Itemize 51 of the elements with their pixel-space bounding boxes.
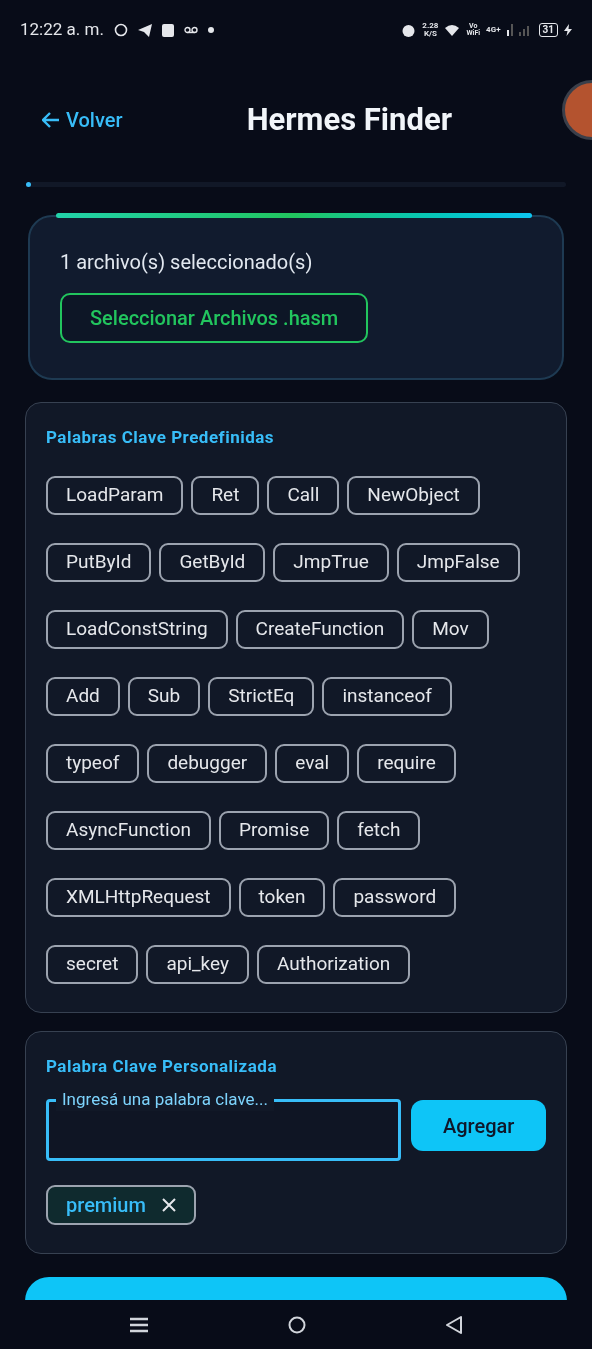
- battery-icon: 31: [538, 23, 558, 37]
- speed-value: 2.28: [422, 22, 439, 30]
- arrow-left-icon: [42, 112, 60, 128]
- keyword-chip[interactable]: token: [238, 877, 326, 917]
- keyword-chip[interactable]: Add: [46, 676, 120, 716]
- select-files-button[interactable]: Seleccionar Archivos .hasm: [60, 293, 369, 343]
- section-title: Palabra Clave Personalizada: [46, 1054, 279, 1078]
- keyword-chip[interactable]: CreateFunction: [235, 609, 405, 649]
- keyword-chip[interactable]: Promise: [219, 810, 330, 850]
- home-icon[interactable]: [288, 1315, 306, 1334]
- keyword-chip[interactable]: eval: [275, 743, 350, 783]
- keyword-chip[interactable]: instanceof: [322, 676, 452, 716]
- paper-plane-icon: [137, 23, 152, 37]
- keyword-chip[interactable]: require: [357, 743, 456, 783]
- keyword-chip[interactable]: XMLHttpRequest: [46, 877, 231, 917]
- keyword-chip[interactable]: StrictEq: [208, 676, 315, 716]
- section-title: Palabras Clave Predefinidas: [46, 426, 276, 449]
- alarm-icon: [401, 22, 417, 38]
- menu-icon[interactable]: [130, 1316, 148, 1333]
- tag-label: premium: [66, 1192, 146, 1219]
- back-icon[interactable]: [446, 1315, 462, 1334]
- speed-unit: K/S: [423, 30, 437, 38]
- keyword-chip[interactable]: typeof: [46, 743, 140, 783]
- keyword-chip[interactable]: LoadConstString: [46, 609, 228, 649]
- keyword-chip[interactable]: LoadParam: [46, 475, 184, 515]
- keyword-chip[interactable]: Authorization: [257, 944, 411, 984]
- selection-status: 1 archivo(s) seleccionado(s): [60, 249, 314, 276]
- keyword-chip[interactable]: PutById: [46, 542, 152, 582]
- voicemail-icon: [183, 26, 198, 34]
- network-label: 4G+: [486, 24, 501, 36]
- keyword-chip[interactable]: NewObject: [347, 475, 480, 515]
- keyword-chip[interactable]: password: [333, 877, 457, 917]
- keyword-chip[interactable]: AsyncFunction: [46, 810, 211, 850]
- back-link[interactable]: Volver: [42, 105, 123, 135]
- keyword-chip[interactable]: JmpTrue: [273, 542, 389, 582]
- keyword-chip[interactable]: JmpFalse: [396, 542, 520, 582]
- keyword-chip[interactable]: Ret: [191, 475, 260, 515]
- charging-icon: [564, 24, 572, 36]
- status-time: 12:22 a. m.: [20, 18, 104, 42]
- keyword-chip[interactable]: debugger: [147, 743, 268, 783]
- close-icon[interactable]: [161, 1198, 176, 1212]
- keyword-chip[interactable]: fetch: [337, 810, 421, 850]
- add-button[interactable]: Agregar: [411, 1100, 546, 1151]
- keyword-chip[interactable]: GetById: [159, 542, 266, 582]
- keyword-chip[interactable]: Sub: [127, 676, 201, 716]
- keyword-chip[interactable]: Call: [267, 475, 340, 515]
- keyword-chip[interactable]: secret: [46, 944, 139, 984]
- keyword-chip[interactable]: Mov: [412, 609, 489, 649]
- wifi-icon: [444, 23, 461, 37]
- keyword-chip[interactable]: api_key: [146, 944, 249, 984]
- page-title: Hermes Finder: [246, 99, 452, 140]
